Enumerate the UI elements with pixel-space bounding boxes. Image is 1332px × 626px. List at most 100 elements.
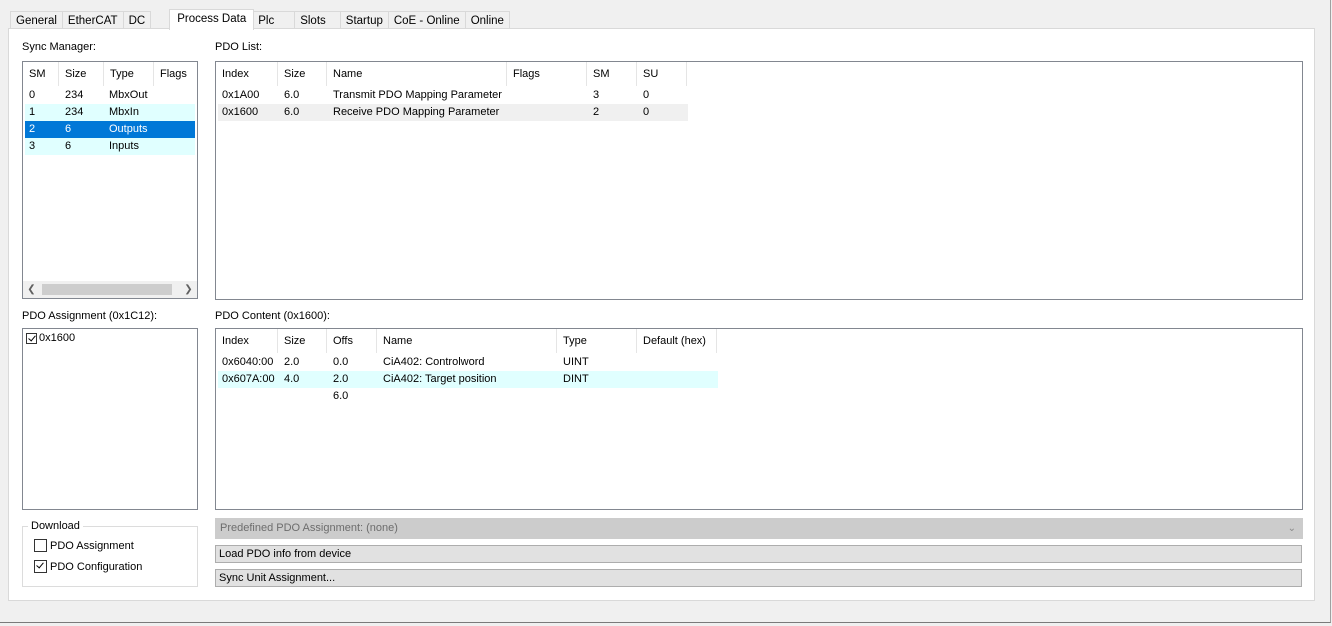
col-sm[interactable]: SM bbox=[23, 62, 59, 86]
cell-index: 0x1600 bbox=[222, 106, 259, 118]
cell-name: Transmit PDO Mapping Parameter bbox=[333, 89, 502, 101]
cell-sm: 2 bbox=[29, 123, 36, 135]
download-pdo-configuration-checkbox[interactable] bbox=[34, 560, 47, 573]
pdo-assignment-label: PDO Assignment (0x1C12): bbox=[22, 310, 158, 322]
download-pdo-assignment-option[interactable]: PDO Assignment bbox=[34, 539, 134, 552]
scroll-track[interactable] bbox=[40, 283, 180, 296]
col-index[interactable]: Index bbox=[216, 329, 278, 353]
col-name[interactable]: Name bbox=[377, 329, 557, 353]
table-row[interactable]: 6.0 bbox=[218, 388, 718, 405]
scroll-thumb[interactable] bbox=[42, 284, 172, 295]
tab-plc[interactable]: Plc bbox=[252, 11, 296, 29]
tab-general[interactable]: General bbox=[10, 11, 63, 29]
cell-name: CiA402: Controlword bbox=[383, 356, 485, 368]
cell-sm: 2 bbox=[593, 106, 600, 118]
tab-process-data[interactable]: Process Data bbox=[169, 9, 255, 30]
tab-bar: General EtherCAT DC Process Data Plc Slo… bbox=[10, 9, 510, 30]
table-row-selected[interactable]: 2 6 Outputs bbox=[25, 121, 195, 138]
pdo-list-label: PDO List: bbox=[215, 41, 263, 53]
tab-startup[interactable]: Startup bbox=[339, 11, 389, 29]
table-row[interactable]: 1 234 MbxIn bbox=[25, 104, 195, 121]
cell-name: Receive PDO Mapping Parameter bbox=[333, 106, 500, 118]
pdo-assignment-list[interactable]: 0x1600 bbox=[22, 328, 198, 510]
pdo-content-header: Index Size Offs Name Type Default (hex) bbox=[216, 329, 717, 353]
download-pdo-assignment-checkbox[interactable] bbox=[34, 539, 47, 552]
pdo-list[interactable]: Index Size Name Flags SM SU 0x1A00 6.0 T… bbox=[215, 61, 1303, 300]
cell-name bbox=[379, 388, 559, 405]
scroll-left-icon[interactable]: ❮ bbox=[23, 281, 40, 298]
cell-index bbox=[218, 388, 280, 405]
table-row[interactable]: 0x6040:00 2.0 0.0 CiA402: Controlword UI… bbox=[218, 354, 718, 371]
predefined-pdo-assignment-value: Predefined PDO Assignment: (none) bbox=[220, 522, 398, 534]
col-type[interactable]: Type bbox=[104, 62, 154, 86]
cell-default bbox=[639, 388, 718, 405]
cell-flags bbox=[155, 104, 195, 121]
load-pdo-info-button[interactable]: Load PDO info from device bbox=[215, 545, 1302, 563]
col-flags[interactable]: Flags bbox=[154, 62, 197, 86]
col-default-hex[interactable]: Default (hex) bbox=[637, 329, 717, 353]
col-sm[interactable]: SM bbox=[587, 62, 637, 86]
cell-size: 6.0 bbox=[284, 89, 300, 101]
sync-manager-list[interactable]: SM Size Type Flags 0 234 MbxOut 1 234 Mb… bbox=[22, 61, 198, 299]
col-flags[interactable]: Flags bbox=[507, 62, 587, 86]
cell-flags bbox=[509, 104, 589, 121]
table-row[interactable]: 0 234 MbxOut bbox=[25, 87, 195, 104]
cell-flags bbox=[509, 87, 589, 104]
col-su[interactable]: SU bbox=[637, 62, 687, 86]
pdo-assignment-item[interactable]: 0x1600 bbox=[26, 332, 75, 344]
pdo-content-label: PDO Content (0x1600): bbox=[215, 310, 330, 322]
cell-offs: 0.0 bbox=[333, 356, 349, 368]
cell-su: 0 bbox=[643, 106, 650, 118]
col-size[interactable]: Size bbox=[278, 62, 327, 86]
cell-flags bbox=[155, 87, 195, 104]
table-row[interactable]: 0x1600 6.0 Receive PDO Mapping Parameter… bbox=[218, 104, 688, 121]
horizontal-scrollbar[interactable]: ❮ ❯ bbox=[23, 281, 197, 298]
cell-offs: 6.0 bbox=[333, 390, 349, 402]
pdo-content-list[interactable]: Index Size Offs Name Type Default (hex) … bbox=[215, 328, 1303, 510]
sync-manager-header: SM Size Type Flags bbox=[23, 62, 197, 86]
cell-size: 234 bbox=[65, 89, 84, 101]
cell-size bbox=[280, 388, 329, 405]
cell-su: 0 bbox=[643, 89, 650, 101]
download-pdo-assignment-label: PDO Assignment bbox=[50, 539, 134, 552]
cell-size: 6 bbox=[65, 140, 72, 152]
tab-dc[interactable]: DC bbox=[122, 11, 152, 29]
cell-sm: 1 bbox=[29, 106, 36, 118]
scroll-right-icon[interactable]: ❯ bbox=[180, 281, 197, 298]
cell-size: 234 bbox=[65, 106, 84, 118]
table-row[interactable]: 0x607A:00 4.0 2.0 CiA402: Target positio… bbox=[218, 371, 718, 388]
col-type[interactable]: Type bbox=[557, 329, 637, 353]
predefined-pdo-assignment-combo[interactable]: Predefined PDO Assignment: (none) ⌄ bbox=[215, 518, 1303, 539]
tab-slots[interactable]: Slots bbox=[294, 11, 341, 29]
tab-coe-online[interactable]: CoE - Online bbox=[387, 11, 466, 29]
download-pdo-configuration-option[interactable]: PDO Configuration bbox=[34, 560, 142, 573]
col-name[interactable]: Name bbox=[327, 62, 507, 86]
sync-unit-assignment-button[interactable]: Sync Unit Assignment... bbox=[215, 569, 1302, 587]
cell-index: 0x6040:00 bbox=[222, 356, 274, 368]
cell-offs: 2.0 bbox=[333, 373, 349, 385]
cell-type: UINT bbox=[563, 356, 589, 368]
cell-size: 6.0 bbox=[284, 106, 300, 118]
cell-sm: 0 bbox=[29, 89, 36, 101]
table-row[interactable]: 3 6 Inputs bbox=[25, 138, 195, 155]
col-offs[interactable]: Offs bbox=[327, 329, 377, 353]
download-group-title: Download bbox=[28, 520, 83, 532]
table-row[interactable]: 0x1A00 6.0 Transmit PDO Mapping Paramete… bbox=[218, 87, 689, 104]
chevron-down-icon: ⌄ bbox=[1287, 523, 1296, 534]
cell-size: 4.0 bbox=[284, 373, 300, 385]
tab-ethercat[interactable]: EtherCAT bbox=[61, 11, 124, 29]
cell-name: CiA402: Target position bbox=[383, 373, 497, 385]
col-size[interactable]: Size bbox=[59, 62, 104, 86]
pdo-list-header: Index Size Name Flags SM SU bbox=[216, 62, 687, 86]
cell-type bbox=[559, 388, 639, 405]
col-index[interactable]: Index bbox=[216, 62, 278, 86]
pdo-assignment-item-label: 0x1600 bbox=[39, 332, 76, 344]
cell-flags bbox=[155, 138, 195, 155]
tab-online[interactable]: Online bbox=[464, 11, 510, 29]
download-pdo-configuration-label: PDO Configuration bbox=[50, 560, 143, 573]
pdo-assignment-item-checkbox[interactable] bbox=[26, 332, 37, 344]
cell-type: DINT bbox=[563, 373, 589, 385]
download-group bbox=[22, 526, 198, 587]
cell-index: 0x1A00 bbox=[222, 89, 260, 101]
col-size[interactable]: Size bbox=[278, 329, 327, 353]
